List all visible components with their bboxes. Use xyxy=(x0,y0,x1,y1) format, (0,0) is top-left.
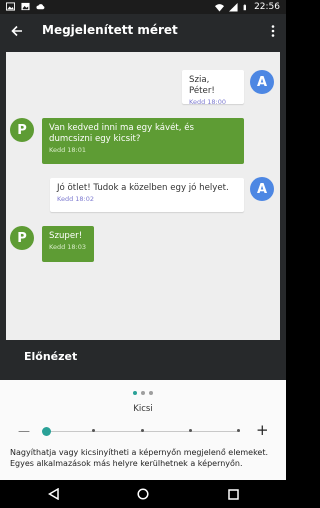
message-text: Jó ötlet! Tudok a közelben egy jó helyet… xyxy=(57,183,229,193)
message-text: Szia, Péter! xyxy=(189,75,215,96)
increase-size-button[interactable]: + xyxy=(256,421,269,439)
app-toolbar: Megjelenített méret xyxy=(0,14,286,48)
chat-bubble-outgoing: Jó ötlet! Tudok a közelben egy jó helyet… xyxy=(50,178,244,212)
arrow-back-icon xyxy=(11,25,22,37)
page-dot xyxy=(141,391,145,395)
message-timestamp: Kedd 18:03 xyxy=(49,243,86,251)
nav-recents-button[interactable] xyxy=(226,487,240,501)
battery-icon xyxy=(243,4,247,10)
current-size-label: Kicsi xyxy=(133,404,153,414)
chat-bubble-outgoing: Szia, Péter! Kedd 18:00 xyxy=(182,70,244,106)
wifi-icon xyxy=(215,3,225,12)
nav-back-button[interactable] xyxy=(46,487,60,501)
clock: 22:56 xyxy=(254,2,280,12)
page-indicator xyxy=(133,391,153,395)
avatar-a: A xyxy=(250,70,274,94)
gallery-icon xyxy=(6,2,15,11)
slider-tick xyxy=(237,429,240,432)
page-dot xyxy=(133,391,137,395)
decrease-size-button[interactable]: — xyxy=(18,424,30,438)
slider-tick xyxy=(92,429,95,432)
size-slider-thumb[interactable] xyxy=(42,427,51,436)
chat-bubble-incoming: Van kedved inni ma egy kávét, és dumcsiz… xyxy=(42,118,244,164)
back-button[interactable] xyxy=(6,20,28,42)
avatar-p: P xyxy=(10,118,34,142)
message-timestamp: Kedd 18:00 xyxy=(189,98,226,106)
preview-label: Előnézet xyxy=(24,350,78,363)
avatar-a: A xyxy=(250,177,274,201)
home-circle-icon xyxy=(137,488,149,500)
slider-tick xyxy=(141,429,144,432)
status-bar: 22:56 xyxy=(0,0,286,14)
size-description: Nagyíthatja vagy kicsinyítheti a képerny… xyxy=(10,448,269,468)
message-timestamp: Kedd 18:01 xyxy=(49,146,86,154)
slider-tick xyxy=(189,429,192,432)
message-text: Van kedved inni ma egy kávét, és dumcsiz… xyxy=(49,123,195,144)
page-dot xyxy=(149,391,153,395)
message-timestamp: Kedd 18:02 xyxy=(57,195,94,203)
chat-bubble-incoming: Szuper! Kedd 18:03 xyxy=(42,226,94,262)
image-icon xyxy=(21,2,30,11)
more-options-button[interactable] xyxy=(266,20,280,42)
avatar-p: P xyxy=(10,226,34,250)
back-triangle-icon xyxy=(47,488,59,500)
nav-home-button[interactable] xyxy=(136,487,150,501)
more-vert-icon xyxy=(271,25,275,37)
recents-square-icon xyxy=(227,488,239,500)
page-title: Megjelenített méret xyxy=(42,23,178,37)
message-text: Szuper! xyxy=(49,231,83,241)
signal-icon xyxy=(229,2,238,12)
navigation-bar xyxy=(0,480,286,508)
cloud-icon xyxy=(36,4,45,10)
